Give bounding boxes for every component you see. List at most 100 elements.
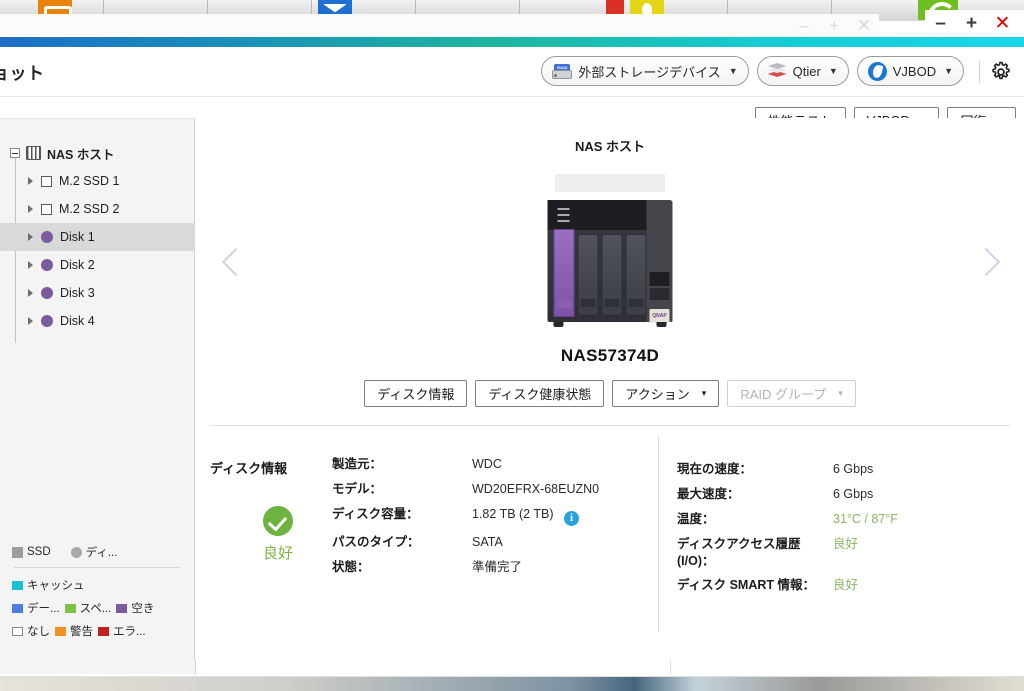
bottom-strip — [0, 660, 1024, 691]
chevron-right-icon[interactable] — [28, 233, 33, 241]
row-value: 良好 — [833, 578, 859, 593]
prev-device-arrow[interactable] — [218, 246, 252, 280]
tab-label: RAID グループ — [740, 387, 827, 402]
sidebar-item-disk-2[interactable]: Disk 2 — [0, 251, 194, 279]
tab-actions[interactable]: アクション ▾ — [612, 380, 720, 407]
legend-item-spare: スペ... — [64, 600, 112, 616]
qtier-label: Qtier — [792, 63, 821, 79]
nas-drive-bays — [553, 229, 647, 317]
minimize-icon[interactable]: – — [925, 10, 956, 38]
window-controls[interactable]: – + ✕ — [925, 10, 1024, 38]
legend-divider — [14, 567, 180, 568]
chevron-down-icon: ▼ — [828, 66, 838, 76]
drive-bay-2[interactable] — [577, 234, 599, 316]
row-key: ディスク容量： — [332, 506, 419, 521]
background-window-controls[interactable]: – + ✕ — [789, 14, 879, 38]
info-divider-tail — [670, 660, 671, 674]
legend-item-cache: キャッシュ — [12, 577, 85, 593]
tab-label: ディスク健康状態 — [488, 387, 592, 402]
settings-button[interactable] — [986, 58, 1016, 86]
device-model-name: NAS57374D — [560, 346, 660, 365]
app-header: ョット RAID 外部ストレージデバイス ▼ Qtier ▼ VJBOD ▼ — [0, 47, 1024, 97]
maximize-icon[interactable]: + — [956, 10, 987, 38]
nas-foot — [553, 322, 564, 327]
qtier-layers-icon — [767, 63, 787, 79]
info-column-divider — [658, 436, 659, 632]
ssd-square-icon — [41, 175, 52, 187]
drive-bay-1[interactable] — [553, 229, 575, 317]
legend-label: スペ... — [79, 603, 112, 615]
chevron-right-icon[interactable] — [28, 177, 33, 185]
row-value: SATA — [472, 534, 503, 549]
nas-side-panel — [646, 200, 673, 322]
chevron-right-icon[interactable] — [28, 289, 33, 297]
disk-circle-icon — [41, 315, 53, 327]
gear-icon — [992, 61, 1010, 80]
close-icon[interactable]: ✕ — [987, 10, 1018, 38]
vjbod-button[interactable]: VJBOD ▼ — [856, 56, 964, 86]
legend-item-warning: 警告 — [55, 623, 93, 639]
legend-label: エラ... — [113, 626, 146, 638]
main-panel: NAS ホスト QNAP NAS57374D ディスク情報 ディスク健康状態 ア… — [196, 118, 1024, 660]
legend-item-data: デー... — [12, 600, 60, 616]
sidebar-item-disk-1[interactable]: Disk 1 — [0, 223, 194, 251]
drive-bay-4[interactable] — [625, 234, 647, 316]
tab-disk-health[interactable]: ディスク健康状態 — [475, 380, 605, 407]
sidebar-item-disk-4[interactable]: Disk 4 — [0, 307, 194, 335]
legend-label: デー... — [27, 603, 60, 615]
nas-led — [557, 208, 570, 210]
sidebar-item-disk-3[interactable]: Disk 3 — [0, 279, 194, 307]
device-label-placeholder — [555, 174, 665, 192]
drive-bay-3[interactable] — [601, 234, 623, 316]
next-device-arrow[interactable] — [968, 246, 1002, 280]
nas-brand-logo: QNAP — [649, 309, 670, 323]
info-icon[interactable]: i — [564, 510, 580, 526]
disk-info-right: 現在の速度： 6 Gbps 最大速度： 6 Gbps 温度： 31°C / 87… — [667, 426, 1024, 660]
tab-disk-info[interactable]: ディスク情報 — [364, 380, 468, 407]
vjbod-icon — [867, 61, 887, 81]
chevron-right-icon[interactable] — [28, 261, 33, 269]
chevron-right-icon[interactable] — [28, 205, 33, 213]
header-button-group: RAID 外部ストレージデバイス ▼ Qtier ▼ VJBOD ▼ — [541, 56, 964, 86]
bg-minimize-icon[interactable]: – — [789, 14, 819, 38]
sidebar-item-nas-host[interactable]: NAS ホスト — [0, 139, 194, 167]
collapse-icon[interactable] — [10, 148, 20, 158]
legend-item-disk: ディ... — [70, 544, 117, 560]
tab-label: ディスク情報 — [377, 387, 455, 402]
device-viewer: NAS ホスト QNAP NAS57374D ディスク情報 ディスク健康状態 ア… — [196, 118, 1024, 426]
device-tab-buttons: ディスク情報 ディスク健康状態 アクション ▾ RAID グループ ▾ — [196, 380, 1024, 407]
row-value: 6 Gbps — [833, 486, 874, 501]
nas-led — [557, 220, 570, 222]
health-status-label: 良好 — [262, 545, 293, 562]
legend-swatch — [12, 626, 23, 636]
table-row: ディスクアクセス履歴 (I/O)： 良好 — [677, 536, 898, 578]
chevron-right-icon[interactable] — [28, 317, 33, 325]
desktop-bottom-bar — [0, 677, 1024, 691]
row-value: 31°C / 87°F — [833, 511, 898, 526]
row-key: 状態： — [332, 559, 370, 574]
sidebar-item-label: Disk 4 — [60, 314, 95, 328]
table-row: ディスク容量： 1.82 TB (2 TB) i — [332, 506, 599, 534]
legend-swatch — [64, 603, 76, 613]
disk-info-section: ディスク情報 良好 製造元： WDC モデル： WD20EFRX-68EUZN0 — [196, 426, 1024, 660]
row-value: 準備完了 — [472, 559, 523, 574]
legend-item-ssd: SSD — [12, 546, 51, 558]
row-value-wrap: 1.82 TB (2 TB) i — [472, 506, 599, 534]
legend-label: なし — [27, 626, 50, 638]
accent-gradient-bar — [0, 37, 1024, 47]
legend-swatch — [12, 580, 23, 590]
row-key: 現在の速度： — [677, 462, 753, 476]
legend-item-error: エラ... — [98, 623, 146, 639]
sidebar-item-m2-ssd-1[interactable]: M.2 SSD 1 — [0, 167, 194, 195]
check-circle-icon — [263, 506, 293, 536]
sidebar-item-m2-ssd-2[interactable]: M.2 SSD 2 — [0, 195, 194, 223]
qtier-button[interactable]: Qtier ▼ — [756, 56, 849, 86]
legend-label: SSD — [27, 546, 51, 558]
disk-circle-icon — [41, 287, 53, 299]
external-storage-button[interactable]: RAID 外部ストレージデバイス ▼ — [541, 56, 749, 86]
row-value: WD20EFRX-68EUZN0 — [472, 481, 600, 496]
bg-close-icon[interactable]: ✕ — [849, 14, 879, 38]
bg-maximize-icon[interactable]: + — [819, 14, 849, 38]
legend-item-none: なし — [12, 623, 50, 639]
legend-swatch — [55, 626, 66, 636]
